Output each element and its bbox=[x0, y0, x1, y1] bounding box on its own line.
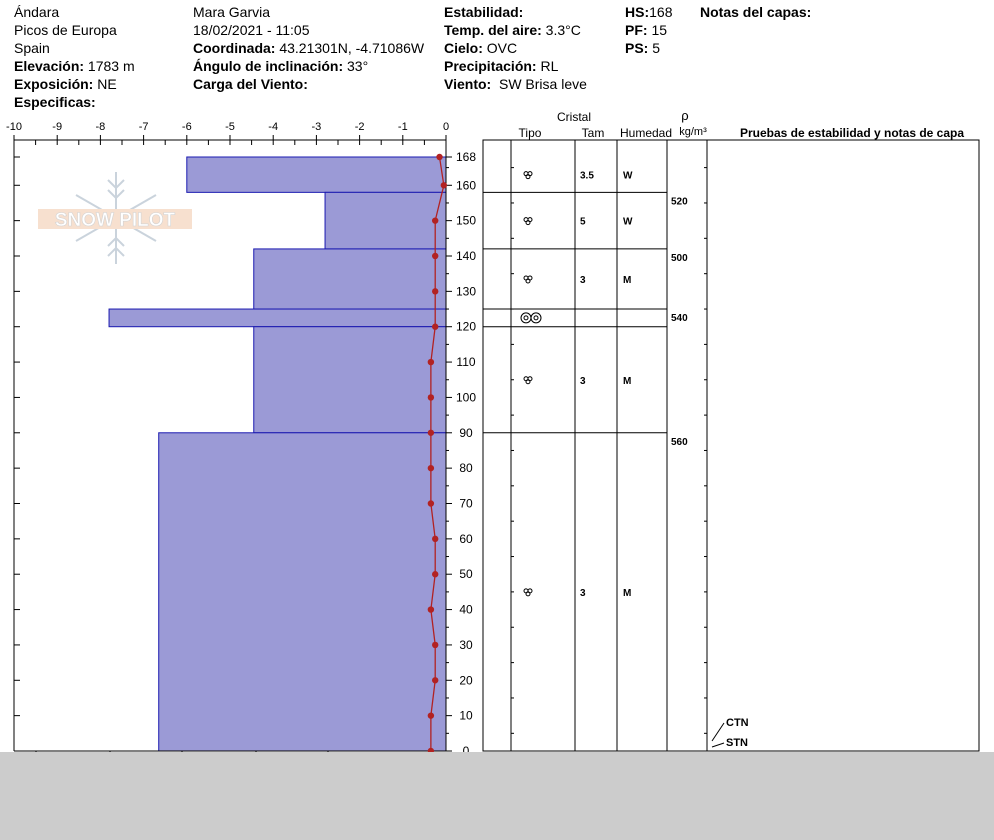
footer-panel bbox=[0, 752, 994, 840]
height-tick-label: 40 bbox=[459, 603, 473, 617]
crystal-lobe bbox=[525, 379, 531, 385]
ice-ring-inner bbox=[533, 315, 539, 321]
height-tick-label: 50 bbox=[459, 567, 473, 581]
snowpilot-logo: SNOW PILOT bbox=[38, 172, 192, 264]
ice-ring-inner bbox=[523, 315, 529, 321]
faceted-crystal-icon bbox=[523, 376, 533, 385]
layer-moisture: M bbox=[623, 275, 631, 286]
height-tick-label: 100 bbox=[456, 390, 476, 404]
size-header: Tam bbox=[582, 126, 605, 140]
layer-moisture: W bbox=[623, 217, 633, 228]
height-tick-label: 10 bbox=[459, 709, 473, 723]
logo-text: SNOW PILOT bbox=[55, 210, 176, 231]
temperature-point bbox=[440, 182, 448, 189]
temp-tick-label: -4 bbox=[268, 121, 278, 133]
temperature-point bbox=[432, 641, 439, 649]
height-tick-label: 130 bbox=[456, 284, 476, 298]
height-tick-label: 20 bbox=[459, 673, 473, 687]
temperature-point bbox=[427, 712, 435, 719]
rho-header: ρ bbox=[681, 108, 688, 123]
temperature-point bbox=[427, 464, 435, 472]
height-tick-label: 140 bbox=[456, 249, 476, 263]
temperature-point bbox=[432, 677, 439, 684]
height-tick-label: 168 bbox=[456, 150, 476, 164]
temperature-point bbox=[432, 288, 439, 295]
table-border bbox=[482, 139, 980, 752]
test-leader-line bbox=[711, 722, 725, 742]
test-label: CTN bbox=[726, 717, 749, 729]
temperature-point bbox=[432, 217, 439, 224]
height-tick-label: 60 bbox=[459, 532, 473, 546]
temperature-point bbox=[427, 500, 435, 507]
temp-tick-label: 0 bbox=[443, 121, 449, 133]
hardness-bar bbox=[324, 191, 447, 250]
density-value: 500 bbox=[671, 253, 688, 264]
layer-moisture: M bbox=[623, 588, 631, 599]
tests-notes-header: Pruebas de estabilidad y notas de capa bbox=[740, 126, 964, 140]
density-value: 560 bbox=[671, 437, 688, 448]
height-tick-label: 80 bbox=[459, 461, 473, 475]
temperature-point bbox=[427, 429, 435, 436]
layer-table: Cristal Tipo Tam Humedad ρ kg/m³ Pruebas de es… bbox=[482, 108, 980, 752]
height-tick-label: 160 bbox=[456, 178, 476, 192]
crystal-header: Cristal bbox=[557, 110, 591, 124]
layer-size: 3 bbox=[580, 275, 586, 286]
height-tick-label: 150 bbox=[456, 214, 476, 228]
hardness-bars bbox=[108, 156, 447, 752]
layer-size: 3.5 bbox=[580, 171, 594, 182]
temp-tick-label: -5 bbox=[225, 121, 235, 133]
test-label: STN bbox=[726, 737, 748, 749]
density-unit-header: kg/m³ bbox=[679, 126, 707, 138]
type-header: Tipo bbox=[519, 126, 542, 140]
density-value: 520 bbox=[671, 196, 688, 207]
temperature-point bbox=[436, 153, 443, 161]
temp-tick-label: -8 bbox=[96, 121, 106, 133]
crystal-lobe bbox=[525, 174, 531, 180]
temperature-point bbox=[432, 571, 439, 578]
temp-tick-label: -3 bbox=[312, 121, 322, 133]
test-leader-line bbox=[711, 742, 725, 748]
faceted-crystal-icon bbox=[523, 588, 533, 597]
faceted-crystal-icon bbox=[523, 217, 533, 226]
temperature-point bbox=[427, 394, 435, 401]
height-tick-label: 110 bbox=[456, 355, 475, 369]
layer-size: 3 bbox=[580, 588, 586, 599]
temp-tick-label: -10 bbox=[6, 121, 22, 133]
ice-ring bbox=[520, 312, 532, 324]
crystal-lobe bbox=[525, 220, 531, 226]
layer-size: 5 bbox=[580, 217, 586, 228]
ice-ring bbox=[530, 312, 542, 324]
hardness-bar bbox=[186, 156, 447, 193]
snow-profile-chart: SNOW PILOT -10 -9 -8 -7 -6 -5 -4 -3 -2 -1 00102030… bbox=[6, 108, 980, 768]
hardness-bar bbox=[253, 326, 447, 434]
hardness-bar bbox=[253, 248, 447, 310]
temperature-point bbox=[427, 358, 435, 366]
density-value: 540 bbox=[671, 313, 688, 324]
layer-moisture: W bbox=[623, 171, 633, 182]
hardness-bar bbox=[108, 308, 447, 328]
faceted-crystal-icon bbox=[523, 275, 533, 284]
crystal-lobe bbox=[525, 278, 531, 284]
temperature-point bbox=[432, 323, 439, 330]
hardness-bar bbox=[158, 432, 447, 752]
temperature-point bbox=[432, 252, 439, 260]
moisture-header: Humedad bbox=[620, 126, 672, 140]
layer-moisture: M bbox=[623, 376, 631, 387]
temperature-point bbox=[432, 535, 439, 543]
height-tick-label: 90 bbox=[459, 426, 473, 440]
faceted-crystal-icon bbox=[523, 171, 533, 180]
temperature-point bbox=[427, 606, 435, 613]
height-tick-label: 120 bbox=[456, 320, 476, 334]
height-tick-label: 30 bbox=[459, 638, 473, 652]
temp-tick-label: -6 bbox=[182, 121, 192, 133]
crystal-lobe bbox=[525, 591, 531, 597]
temp-tick-label: -7 bbox=[139, 121, 149, 133]
layer-size: 3 bbox=[580, 376, 586, 387]
temp-tick-label: -2 bbox=[355, 121, 365, 133]
temp-tick-label: -9 bbox=[52, 121, 62, 133]
height-tick-label: 70 bbox=[459, 497, 473, 511]
ice-crystal-icon bbox=[520, 312, 542, 324]
temp-tick-label: -1 bbox=[398, 121, 408, 133]
